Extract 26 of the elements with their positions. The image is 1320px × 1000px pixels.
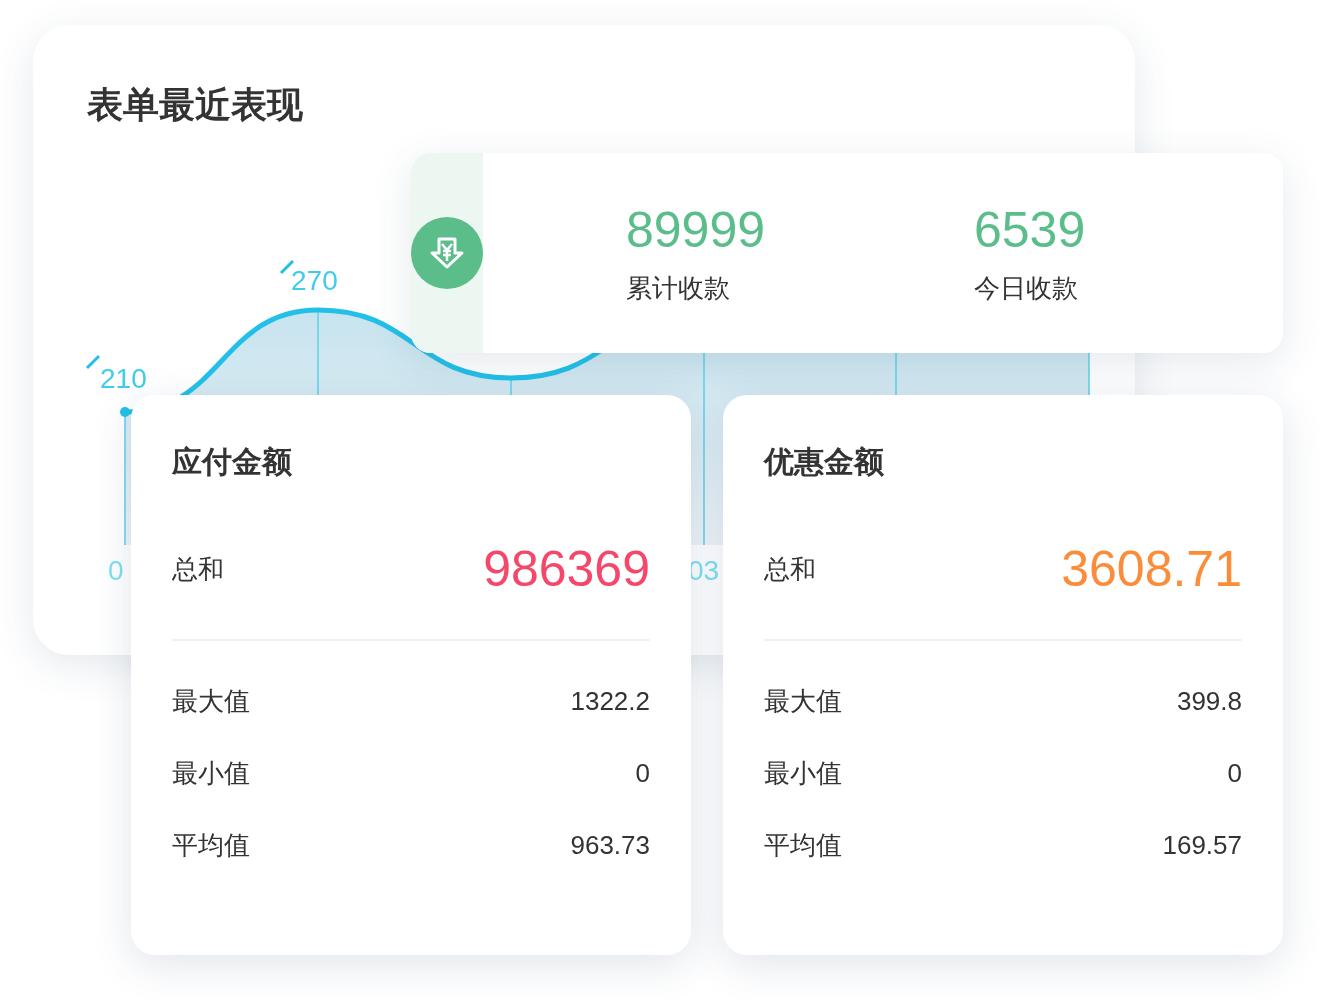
total-label: 总和 — [764, 556, 816, 582]
stat-value: 6539 — [974, 205, 1086, 255]
stat-value: 1322.2 — [570, 687, 650, 715]
stat-label: 最小值 — [764, 759, 842, 787]
card-title: 优惠金额 — [764, 447, 884, 477]
stat-label: 最大值 — [172, 687, 250, 715]
total-value: 986369 — [483, 544, 650, 594]
stat-label: 最小值 — [172, 759, 250, 787]
stat-value: 169.57 — [1162, 831, 1242, 859]
total-value: 3608.71 — [1061, 544, 1242, 594]
stat-value: 963.73 — [570, 831, 650, 859]
card-title: 应付金额 — [172, 447, 292, 477]
total-label: 总和 — [172, 556, 224, 582]
stat-label: 最大值 — [764, 687, 842, 715]
stat-label: 平均值 — [172, 831, 250, 859]
stat-label: 累计收款 — [626, 275, 730, 301]
stat-value: 89999 — [626, 205, 766, 255]
stat-label: 平均值 — [764, 831, 842, 859]
stat-value: 0 — [1227, 759, 1242, 787]
point-label: 210 — [100, 365, 147, 393]
stat-value: 0 — [635, 759, 650, 787]
point-label: 270 — [291, 267, 338, 295]
card-title: 表单最近表现 — [87, 87, 303, 123]
stat-value: 399.8 — [1176, 687, 1242, 715]
axis-label: 0 — [108, 557, 124, 585]
stat-label: 今日收款 — [974, 275, 1078, 301]
